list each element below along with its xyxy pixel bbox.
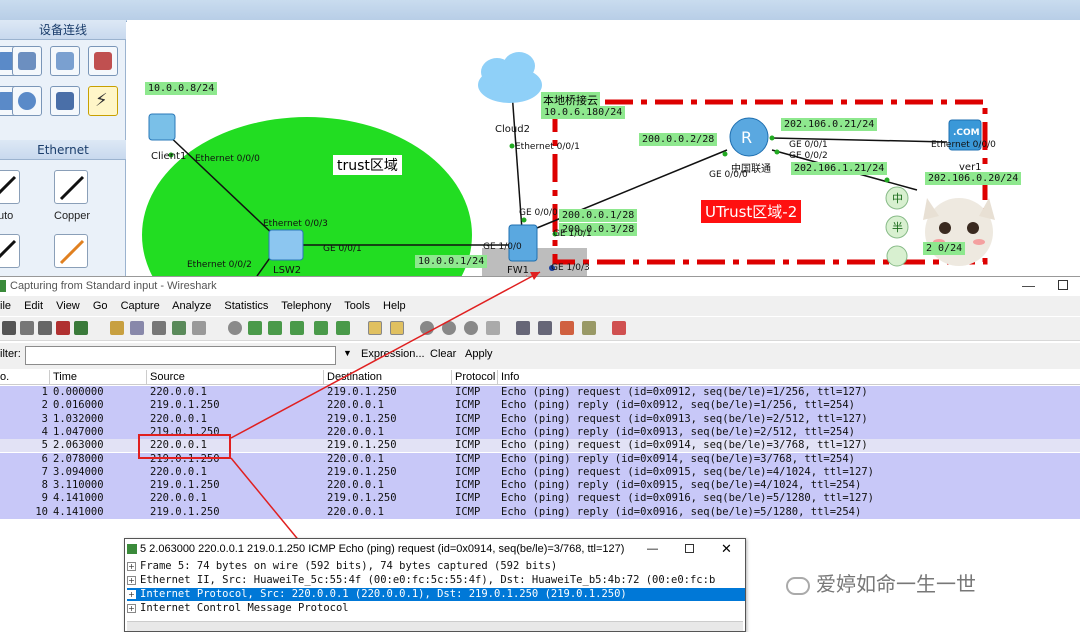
detail-row-text: Internet Protocol, Src: 220.0.0.1 (220.0…	[140, 588, 627, 600]
horizontal-scrollbar[interactable]	[127, 621, 743, 631]
detail-row-text: Internet Control Message Protocol	[140, 602, 349, 614]
popup-maximize-button[interactable]	[685, 544, 694, 553]
packet-detail-title: 5 2.063000 220.0.0.1 219.0.1.250 ICMP Ec…	[140, 543, 625, 555]
expand-icon[interactable]: +	[127, 575, 136, 585]
detail-row-text: Ethernet II, Src: HuaweiTe_5c:55:4f (00:…	[140, 574, 716, 586]
packet-detail-title-bar: 5 2.063000 220.0.0.1 219.0.1.250 ICMP Ec…	[125, 539, 745, 559]
wechat-icon	[786, 576, 810, 595]
popup-minimize-button[interactable]: —	[647, 539, 658, 559]
popup-close-button[interactable]: ✕	[721, 539, 732, 559]
watermark: 爱婷如命一生一世	[786, 568, 976, 597]
detail-row-ethernet[interactable]: + Ethernet II, Src: HuaweiTe_5c:55:4f (00…	[127, 574, 745, 587]
expand-icon[interactable]: +	[127, 603, 136, 613]
watermark-text: 爱婷如命一生一世	[816, 572, 976, 596]
packet-detail-window: 5 2.063000 220.0.0.1 219.0.1.250 ICMP Ec…	[124, 538, 746, 632]
expand-icon[interactable]: +	[127, 561, 136, 571]
detail-row-ip[interactable]: + Internet Protocol, Src: 220.0.0.1 (220.…	[127, 588, 745, 601]
detail-row-frame[interactable]: + Frame 5: 74 bytes on wire (592 bits), 7…	[127, 560, 745, 573]
detail-row-icmp[interactable]: + Internet Control Message Protocol	[127, 602, 745, 615]
wireshark-small-icon	[127, 544, 137, 555]
expand-icon[interactable]: +	[127, 589, 136, 599]
detail-row-text: Frame 5: 74 bytes on wire (592 bits), 74…	[140, 560, 558, 572]
